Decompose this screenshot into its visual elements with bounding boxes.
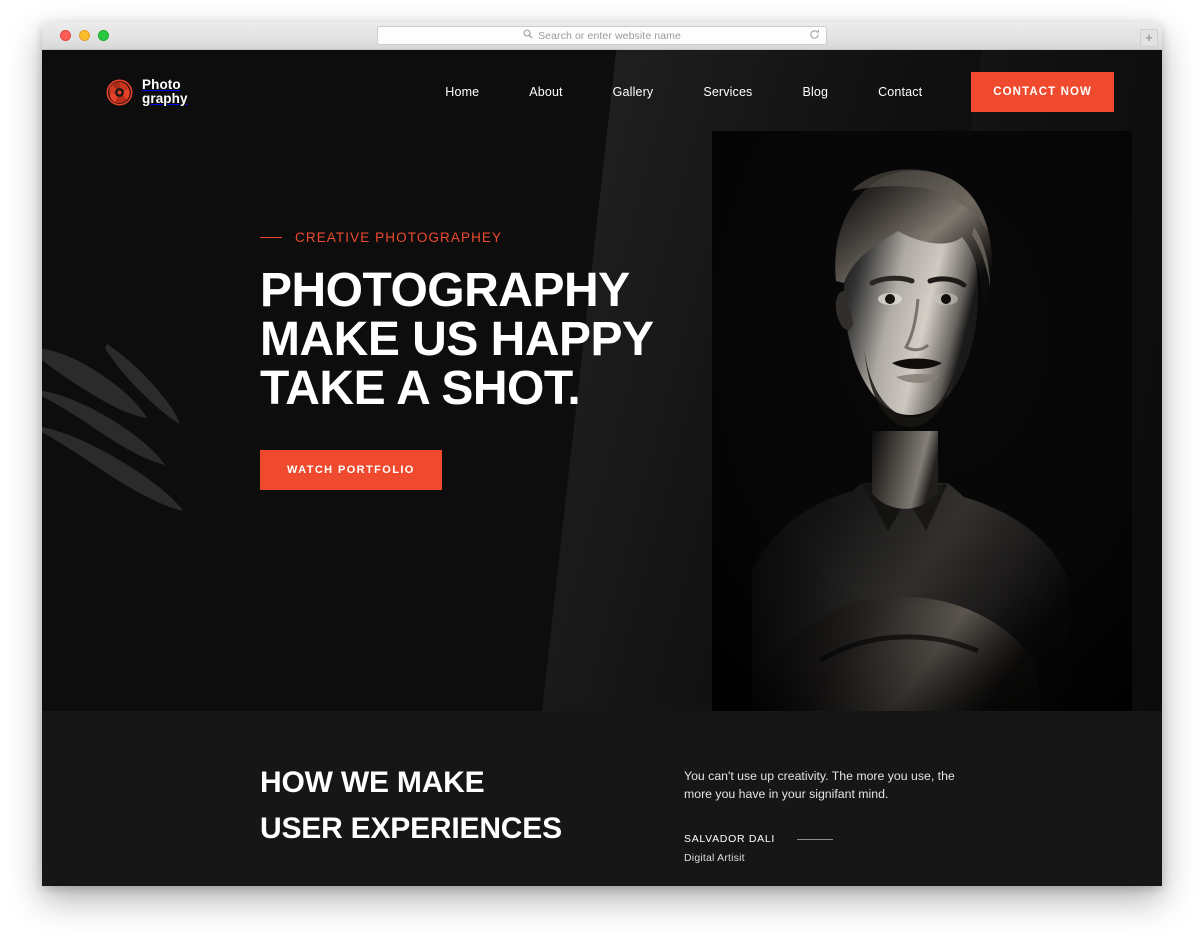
hero-eyebrow-text: CREATIVE PHOTOGRAPHEY: [295, 230, 503, 245]
new-tab-button[interactable]: +: [1140, 29, 1158, 47]
watch-portfolio-button[interactable]: WATCH PORTFOLIO: [260, 450, 442, 490]
brush-stroke-decoration: [42, 344, 183, 511]
site-logo[interactable]: Photo graphy: [106, 78, 188, 106]
nav-item-gallery[interactable]: Gallery: [588, 85, 679, 99]
main-navigation: Home About Gallery Services Blog Contact…: [420, 72, 1162, 112]
site-header: Photo graphy Home About Gallery Services…: [42, 50, 1162, 134]
hero-title-line-2: MAKE US HAPPY: [260, 313, 654, 366]
nav-item-home[interactable]: Home: [420, 85, 504, 99]
maximize-window-button[interactable]: [98, 30, 109, 41]
reload-icon[interactable]: [809, 29, 820, 43]
close-window-button[interactable]: [60, 30, 71, 41]
quote-attribution: SALVADOR DALI: [684, 833, 956, 845]
browser-titlebar: Search or enter website name +: [42, 22, 1162, 50]
camera-aperture-icon: [106, 79, 133, 105]
nav-item-services[interactable]: Services: [678, 85, 777, 99]
section-heading: HOW WE MAKE USER EXPERIENCES: [260, 760, 660, 864]
hero-section: Photo graphy Home About Gallery Services…: [42, 50, 1162, 711]
page-viewport: Photo graphy Home About Gallery Services…: [42, 50, 1162, 886]
nav-item-blog[interactable]: Blog: [777, 85, 853, 99]
hero-title-line-1: PHOTOGRAPHY: [260, 264, 630, 317]
hero-title: PHOTOGRAPHY MAKE US HAPPY TAKE A SHOT.: [260, 266, 654, 413]
quote-author-role: Digital Artisit: [684, 852, 745, 864]
logo-line-1: Photo: [142, 77, 181, 92]
window-traffic-lights: [60, 30, 109, 41]
logo-line-2: graphy: [142, 91, 188, 106]
site-logo-text: Photo graphy: [142, 78, 188, 106]
browser-window: Search or enter website name + Photo gra…: [42, 22, 1162, 886]
hero-content: CREATIVE PHOTOGRAPHEY PHOTOGRAPHY MAKE U…: [260, 230, 654, 490]
hero-eyebrow: CREATIVE PHOTOGRAPHEY: [260, 230, 654, 245]
quote-block: You can't use up creativity. The more yo…: [684, 760, 956, 864]
address-bar[interactable]: Search or enter website name: [377, 26, 827, 45]
eyebrow-dash-icon: [260, 236, 282, 239]
nav-item-contact[interactable]: Contact: [853, 85, 947, 99]
hero-portrait-photo: [712, 131, 1132, 711]
quote-author-name: SALVADOR DALI: [684, 833, 775, 845]
minimize-window-button[interactable]: [79, 30, 90, 41]
search-icon: [523, 29, 533, 42]
how-we-make-inner: HOW WE MAKE USER EXPERIENCES You can't u…: [260, 760, 1162, 864]
quote-text: You can't use up creativity. The more yo…: [684, 769, 955, 801]
quote-divider-line: [797, 838, 833, 840]
nav-item-about[interactable]: About: [504, 85, 587, 99]
how-we-make-section: HOW WE MAKE USER EXPERIENCES You can't u…: [42, 711, 1162, 886]
address-bar-placeholder: Search or enter website name: [538, 29, 681, 42]
hero-title-line-3: TAKE A SHOT.: [260, 362, 581, 415]
contact-now-button[interactable]: CONTACT NOW: [971, 72, 1114, 112]
section-heading-line-2: USER EXPERIENCES: [260, 812, 562, 845]
section-heading-line-1: HOW WE MAKE: [260, 766, 485, 799]
